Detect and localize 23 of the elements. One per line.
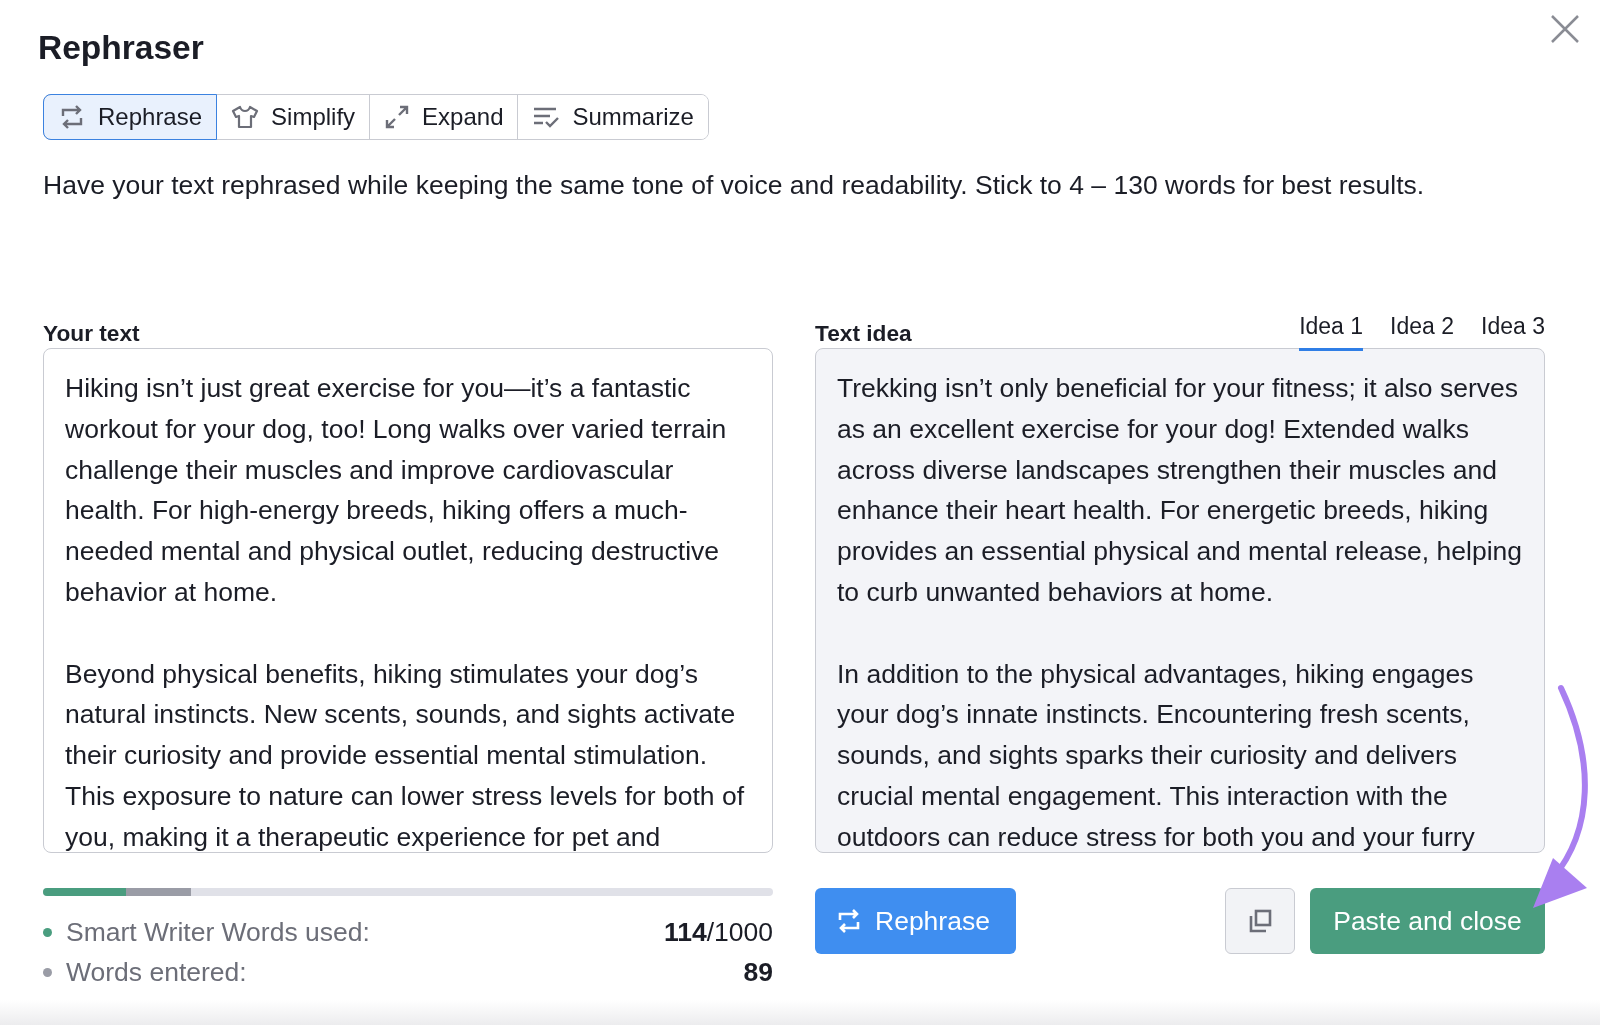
word-count: 114/1000: [663, 916, 773, 948]
expand-icon: [384, 104, 411, 130]
idea-tab[interactable]: Idea 2: [1390, 313, 1455, 351]
mode-tab[interactable]: Summarize: [517, 95, 708, 139]
dialog-title: Rephraser: [38, 28, 205, 68]
idea-tab[interactable]: Idea 3: [1481, 313, 1545, 351]
close-icon[interactable]: [1550, 14, 1580, 44]
word-count: 89: [743, 956, 773, 988]
usage-label: Smart Writer Words used:: [66, 916, 371, 948]
mode-tab[interactable]: Rephrase: [44, 95, 217, 139]
summarize-icon: [532, 105, 561, 129]
copy-button[interactable]: [1225, 888, 1295, 954]
text-input-field[interactable]: [43, 348, 773, 853]
paragraph-text: Trekking isn’t only beneficial for your fitness; it also serves as an excellent exercise for your dog! Extended walks across diverse landscapes strengthen their muscles and enhance their heart health. For energetic breeds, hiking provides an essential physical and mental release, helping to curb unwanted behaviors at home.: [837, 372, 1523, 609]
copy-icon: [1247, 908, 1273, 934]
usage-label: Words entered:: [66, 956, 248, 988]
paragraph-text: In addition to the physical advantages, hiking engages your dog’s innate instincts. Encountering fresh scents, sounds, and sights sparks their curiosity and delivers crucial mental engagement. This interaction with the outdoors can reduce stress for both you and your furry: [837, 657, 1476, 852]
shirt-icon: [231, 105, 260, 129]
paragraph-text: Beyond physical benefits, hiking stimulates your dog’s natural instincts. New scents, sounds, and sights activate their curiosity and provide essential mental stimulation. This exposure to nature can lower stress levels for both of you, making it a therapeutic experience for pet and: [65, 657, 746, 852]
description-text: Have your text rephrased while keeping the same tone of voice and readability. Stick to 4 – 130 words for best results.: [43, 169, 1426, 202]
paragraph-text: Hiking isn’t just great exercise for you—it’s a fantastic workout for your dog, too! Long walks over varied terrain challenge their muscles and improve cardiovascular health. For high-energy breeds, hiking offers a much-needed mental and physical outlet, reducing destructive behavior at home.: [65, 372, 728, 609]
section-label: Your text: [43, 319, 141, 348]
section-label: Text idea: [815, 319, 913, 348]
